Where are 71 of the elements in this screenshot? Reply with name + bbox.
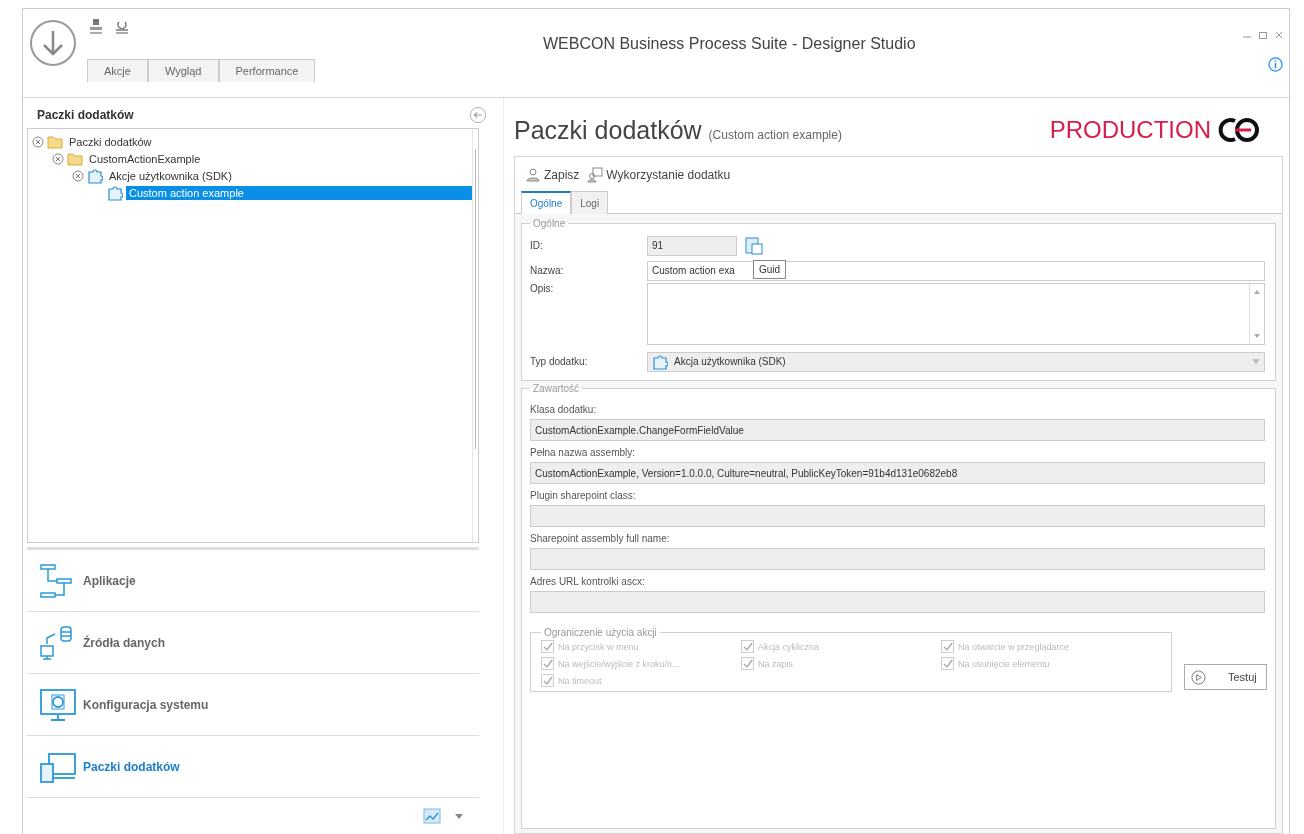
readonly-field[interactable] [530,591,1265,613]
tree-item[interactable]: Custom action example [126,185,472,200]
description-field[interactable] [647,283,1265,345]
user-computer-icon [587,167,604,183]
collapse-toggle-icon[interactable] [32,135,44,148]
page-title: Paczki dodatków (Custom action example) [514,115,842,145]
close-icon[interactable] [1275,31,1283,39]
checkbox-icon [941,657,954,670]
scroll-up-icon[interactable] [1254,290,1260,294]
tree-item[interactable]: CustomActionExample [86,151,204,166]
nav-item[interactable]: Paczki dodatków [27,736,479,798]
tree-item[interactable]: Akcje użytkownika (SDK) [106,168,235,183]
collapse-toggle-icon[interactable] [52,152,64,165]
ribbon-tab[interactable]: Wygląd [147,59,219,82]
window-title: WEBCON Business Process Suite - Designer Studio [541,34,917,53]
copy-document-icon[interactable] [745,236,763,255]
type-dropdown[interactable]: Akcja użytkownika (SDK) [647,351,1265,372]
scroll-down-icon[interactable] [1254,334,1260,338]
logo-text: PRODUCTION [1049,116,1211,144]
field-label: Sharepoint assembly full name: [530,532,671,546]
field-label: Pełna nazwa assembly: [530,446,637,460]
group-legend: Ograniczenie użycia akcji [541,627,660,638]
scrollbar[interactable] [472,129,478,542]
tree-item[interactable]: Paczki dodatków [66,134,155,149]
play-icon [1191,669,1206,685]
checkbox-icon [541,657,554,670]
tooltip: Guid [753,259,787,279]
readonly-field[interactable] [530,548,1265,570]
nav-item[interactable]: Źródła danych [27,612,479,674]
nav-item[interactable]: Aplikacje [27,550,479,612]
field-label: Adres URL kontrolki ascx: [530,575,646,589]
field-label: Klasa dodatku: [530,403,598,417]
info-icon[interactable] [1268,57,1283,72]
field-label: Nazwa: [530,265,565,276]
tab[interactable]: Ogólne [521,191,572,214]
collapse-toggle-icon[interactable] [72,169,84,182]
group-legend: Zawartość [530,383,583,394]
group-legend: Ogólne [530,218,569,229]
field-label: ID: [530,240,544,251]
checkbox-icon [741,640,754,653]
user-icon [525,167,541,183]
download-icon[interactable] [29,19,77,67]
dropdown-arrow-icon [1252,359,1260,364]
id-field[interactable]: 91 [647,235,737,256]
toolbar-button[interactable]: Wykorzystanie dodatku [585,165,733,185]
folder-icon [67,151,83,166]
field-label: Plugin sharepoint class: [530,489,637,503]
chart-icon[interactable] [423,808,441,824]
puzzle-icon [87,167,103,184]
checkbox-icon [941,640,954,653]
readonly-field[interactable]: CustomActionExample, Version=1.0.0.0, Culture=neutral, PublicKeyToken=91b4d131e0682eb8 [530,462,1265,484]
panel-title: Paczki dodatków [37,108,134,122]
puzzle-icon [652,353,668,370]
field-label: Typ dodatku: [530,356,589,367]
toolbar-button[interactable]: Zapisz [523,165,582,185]
field-label: Opis: [530,283,555,294]
ribbon-tab[interactable]: Performance [218,59,316,82]
ribbon-tab[interactable]: Akcje [87,59,148,82]
readonly-field[interactable]: CustomActionExample.ChangeFormFieldValue [530,419,1265,441]
checkbox-icon [541,640,554,653]
checkbox-icon [741,657,754,670]
dropdown-arrow-icon[interactable] [455,813,463,819]
readonly-field[interactable] [530,505,1265,527]
test-button[interactable]: Testuj [1184,664,1267,690]
collapse-icon[interactable] [469,106,487,124]
folder-icon [47,134,63,149]
tab[interactable]: Logi [571,191,609,214]
nav-item[interactable]: Konfiguracja systemu [27,674,479,736]
puzzle-icon [107,184,123,201]
maximize-icon[interactable] [1259,31,1267,39]
checkbox-icon [541,674,554,687]
